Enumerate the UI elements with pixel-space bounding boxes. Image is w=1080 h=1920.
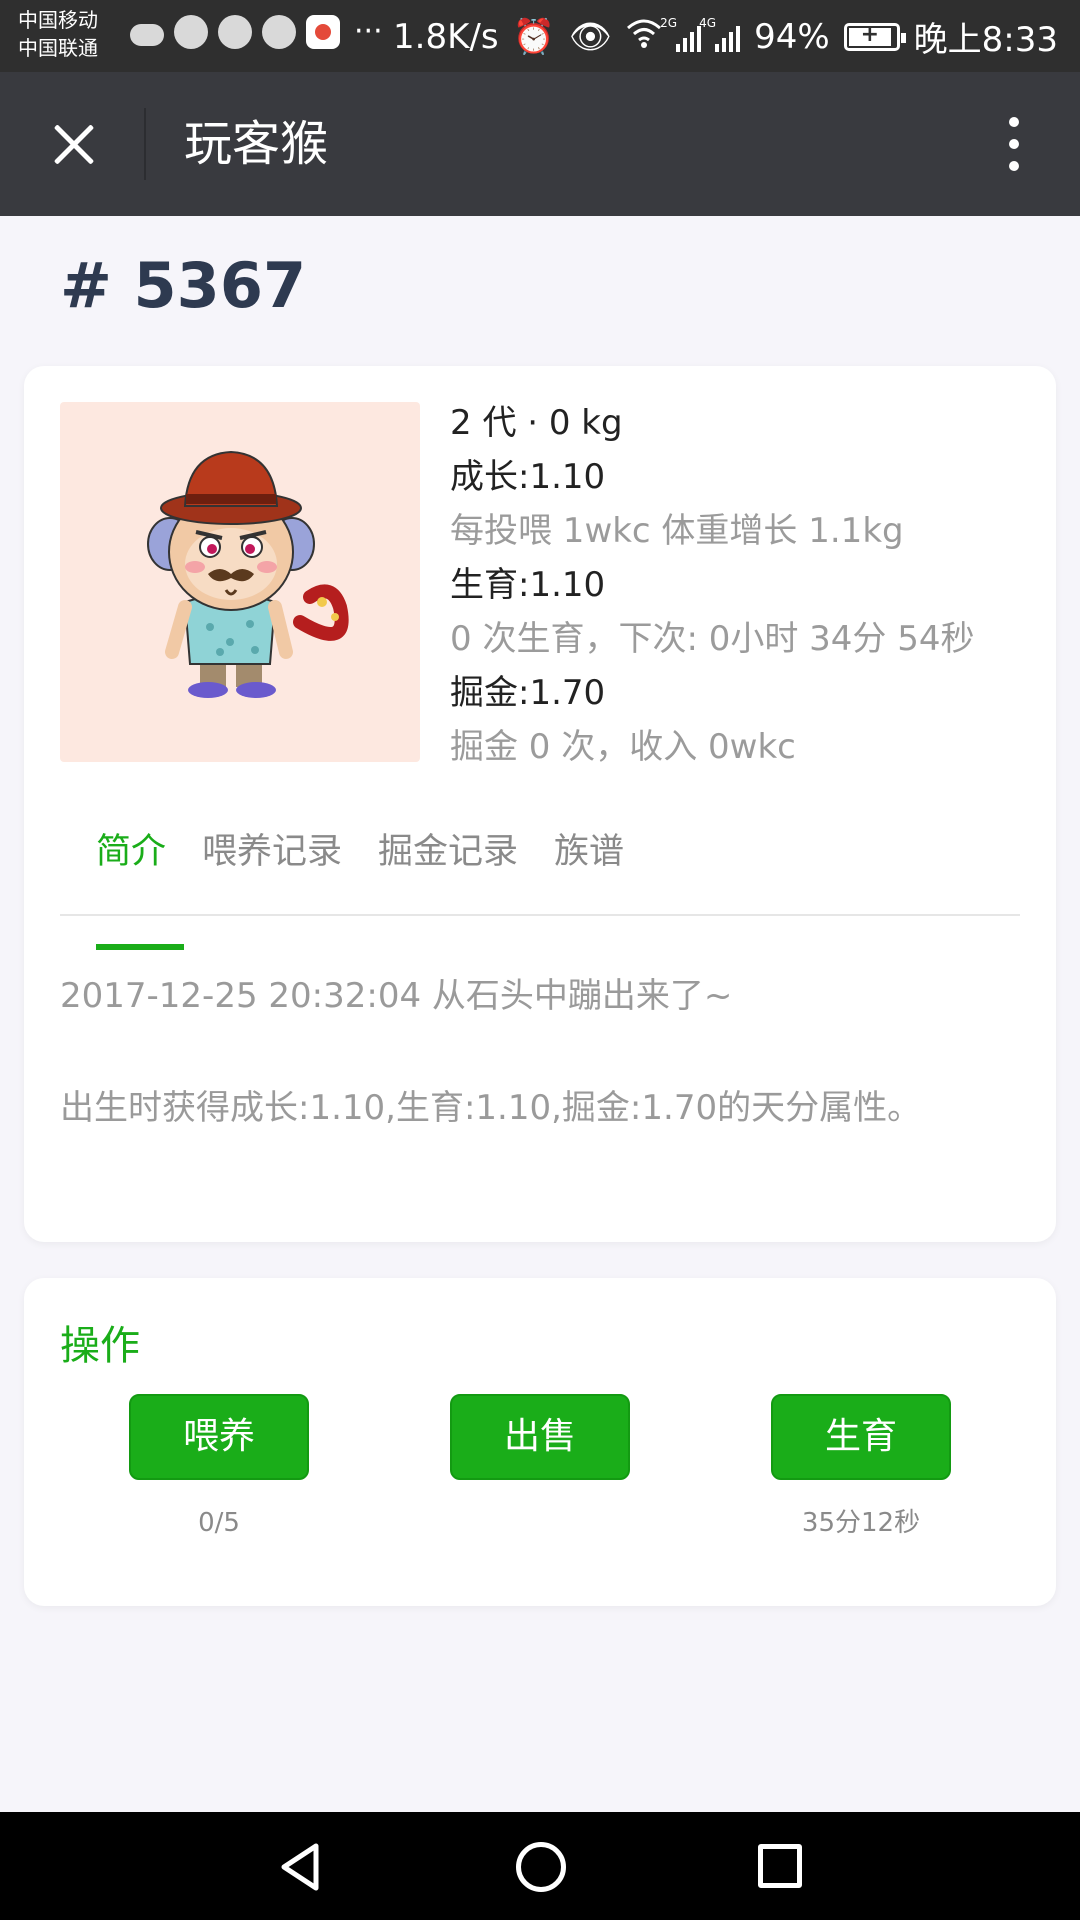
network-2g-label: 2G [660,15,677,30]
cloud-icon [130,23,164,46]
more-vertical-icon[interactable] [984,108,1044,180]
network-4g-label: 4G [699,15,716,30]
recent-apps-icon[interactable] [758,1844,802,1888]
title-divider [144,108,146,180]
carrier-2: 中国联通 [18,36,98,60]
clock: 晚上8:33 [913,20,1058,60]
feed-operation: 喂养 0/5 [129,1394,309,1540]
close-icon[interactable] [30,108,114,180]
mining-stat: 掘金:1.70 [450,673,606,713]
monkey-illustration [147,450,349,698]
monkey-stats: 2 代 · 0 kg 成长:1.10 每投喂 1wkc 体重增长 1.1kg 生… [450,396,1036,774]
monkey-info-card: 2 代 · 0 kg 成长:1.10 每投喂 1wkc 体重增长 1.1kg 生… [24,366,1056,1242]
sell-button[interactable]: 出售 [450,1394,630,1480]
operations-title: 操作 [60,1323,140,1369]
carrier-1: 中国移动 [18,8,98,32]
network-speed: 1.8K/s [393,16,499,57]
battery-icon: + [843,22,906,51]
battery-percent: 94% [754,16,830,57]
growth-stat: 成长:1.10 [450,457,606,497]
alarm-icon: ⏰ [512,16,555,57]
chat-icon [174,14,208,49]
breed-button[interactable]: 生育 [771,1394,951,1480]
system-indicators: 1.8K/s ⏰ 👁 2G 4G 94% + 晚上8:33 [393,12,1058,61]
map-app-icon [306,14,340,49]
generation-weight: 2 代 · 0 kg [450,403,623,443]
breed-stat: 生育:1.10 [450,565,606,605]
notification-icons: ··· [130,14,383,49]
carrier-labels: 中国移动 中国联通 [18,6,98,62]
info-tabs: 简介 喂养记录 掘金记录 族谱 [60,822,1020,950]
feed-count: 0/5 [198,1508,240,1538]
growth-description: 每投喂 1wkc 体重增长 1.1kg [450,511,904,551]
eye-icon: 👁 [568,16,613,57]
sell-note [450,1506,630,1540]
breed-operation: 生育 35分12秒 [771,1394,951,1540]
breed-countdown: 35分12秒 [801,1508,921,1538]
sell-operation: 出售 [450,1394,630,1540]
operations-card: 操作 喂养 0/5 出售 生育 35分12秒 [24,1278,1056,1606]
wifi-icon [626,17,662,57]
intro-birth-line: 2017-12-25 20:32:04 从石头中蹦出来了~ [60,976,733,1016]
search-app-icon [262,14,296,49]
signal-icon: 2G [660,16,702,52]
back-icon[interactable] [276,1842,326,1892]
breed-description: 0 次生育，下次: 0小时 34分 54秒 [450,619,975,659]
intro-content: 2017-12-25 20:32:04 从石头中蹦出来了~ 出生时获得成长:1.… [60,970,1026,1134]
tab-intro[interactable]: 简介 [60,822,185,950]
monkey-avatar [60,402,420,762]
feed-button[interactable]: 喂养 [129,1394,309,1480]
tab-mining-records[interactable]: 掘金记录 [360,822,536,914]
qq-icon [218,14,252,49]
tab-feed-records[interactable]: 喂养记录 [184,822,360,914]
home-icon[interactable] [516,1842,566,1892]
mining-description: 掘金 0 次，收入 0wkc [450,727,796,767]
signal-icon-2: 4G [699,16,741,52]
status-bar: 中国移动 中国联通 ··· 1.8K/s ⏰ 👁 2G 4G 94% + 晚上8… [0,0,1080,72]
tab-family-tree[interactable]: 族谱 [536,822,642,914]
more-notifications: ··· [354,14,383,49]
intro-talent-line: 出生时获得成长:1.10,生育:1.10,掘金:1.70的天分属性。 [60,1088,922,1128]
system-nav-bar [0,1812,1080,1920]
title-bar: 玩客猴 [0,72,1080,216]
page-title: 玩客猴 [184,116,329,172]
monkey-id: # 5367 [60,249,307,322]
